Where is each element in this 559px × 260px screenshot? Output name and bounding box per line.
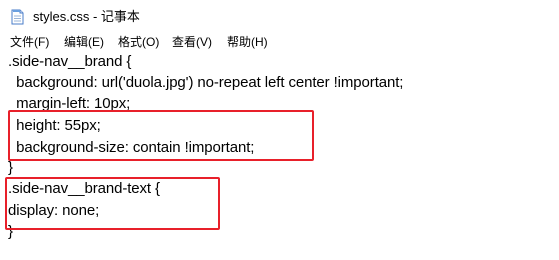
window-title: styles.css - 记事本: [33, 9, 140, 24]
menu-file[interactable]: 文件(F): [10, 34, 49, 50]
menu-view[interactable]: 查看(V): [172, 34, 212, 50]
menu-help[interactable]: 帮助(H): [227, 34, 268, 50]
title-bar[interactable]: styles.css - 记事本: [0, 0, 559, 32]
code-line: .side-nav__brand {: [8, 53, 132, 70]
menu-format[interactable]: 格式(O): [118, 34, 159, 50]
highlight-box-brand-text-rule: [5, 177, 220, 230]
text-editor-area[interactable]: .side-nav__brand { background: url('duol…: [0, 52, 559, 260]
menu-edit[interactable]: 编辑(E): [64, 34, 104, 50]
notepad-file-icon: [11, 9, 24, 25]
menu-bar: 文件(F) 编辑(E) 格式(O) 查看(V) 帮助(H): [0, 32, 559, 52]
code-line: background: url('duola.jpg') no-repeat l…: [8, 74, 404, 91]
highlight-box-height-rules: [8, 110, 314, 161]
